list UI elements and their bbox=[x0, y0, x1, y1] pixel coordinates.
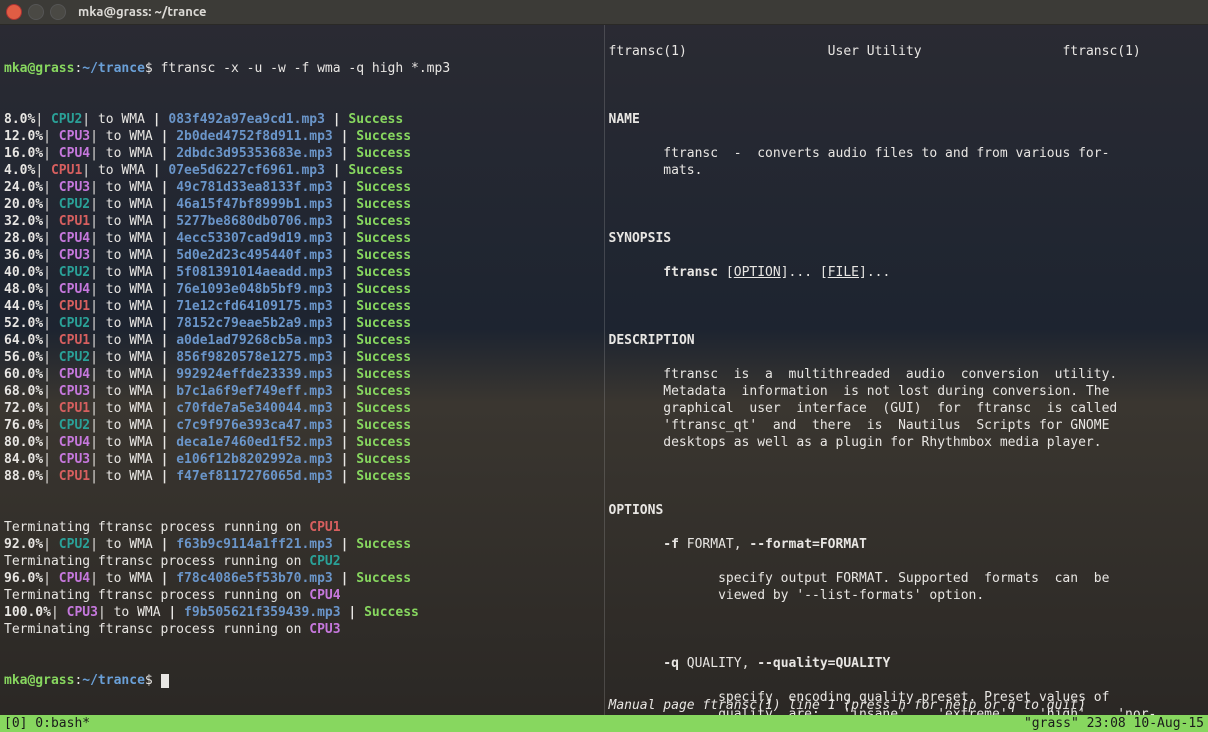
statusbar-left: [0] 0:bash* bbox=[4, 715, 90, 732]
man-opt-f: -f FORMAT, --format=FORMAT bbox=[609, 536, 1205, 553]
terminal-left-pane[interactable]: mka@grass:~/trance$ ftransc -x -u -w -f … bbox=[0, 25, 605, 715]
window-title: mka@grass: ~/trance bbox=[78, 4, 206, 21]
man-header: ftransc(1) User Utility ftransc(1) bbox=[609, 43, 1205, 60]
statusbar-right: "grass" 23:08 10-Aug-15 bbox=[1024, 715, 1204, 732]
terminate-line: Terminating ftransc process running on C… bbox=[4, 621, 600, 638]
man-desc-body: ftransc is a multithreaded audio convers… bbox=[609, 366, 1205, 451]
progress-row: 8.0%| CPU2| to WMA | 083f492a97ea9cd1.mp… bbox=[4, 111, 600, 128]
close-icon[interactable] bbox=[6, 4, 22, 20]
man-footer: Manual page ftransc(1) line 1 (press h f… bbox=[609, 697, 1086, 714]
progress-row: 28.0%| CPU4| to WMA | 4ecc53307cad9d19.m… bbox=[4, 230, 600, 247]
man-synopsis-header: SYNOPSIS bbox=[609, 230, 1205, 247]
progress-row: 20.0%| CPU2| to WMA | 46a15f47bf8999b1.m… bbox=[4, 196, 600, 213]
progress-row: 52.0%| CPU2| to WMA | 78152c79eae5b2a9.m… bbox=[4, 315, 600, 332]
man-options-header: OPTIONS bbox=[609, 502, 1205, 519]
progress-row: 36.0%| CPU3| to WMA | 5d0e2d23c495440f.m… bbox=[4, 247, 600, 264]
man-desc-header: DESCRIPTION bbox=[609, 332, 1205, 349]
progress-row: 4.0%| CPU1| to WMA | 07ee5d6227cf6961.mp… bbox=[4, 162, 600, 179]
man-name-header: NAME bbox=[609, 111, 1205, 128]
progress-row: 64.0%| CPU1| to WMA | a0de1ad79268cb5a.m… bbox=[4, 332, 600, 349]
progress-row: 44.0%| CPU1| to WMA | 71e12cfd64109175.m… bbox=[4, 298, 600, 315]
terminal-right-pane[interactable]: ftransc(1) User Utility ftransc(1) NAME … bbox=[605, 25, 1208, 715]
prompt-line: mka@grass:~/trance$ ftransc -x -u -w -f … bbox=[4, 60, 600, 77]
progress-row: 48.0%| CPU4| to WMA | 76e1093e048b5bf9.m… bbox=[4, 281, 600, 298]
titlebar: mka@grass: ~/trance bbox=[0, 0, 1208, 25]
terminate-line: Terminating ftransc process running on C… bbox=[4, 587, 600, 604]
maximize-icon[interactable] bbox=[50, 4, 66, 20]
progress-row: 60.0%| CPU4| to WMA | 992924effde23339.m… bbox=[4, 366, 600, 383]
progress-row: 40.0%| CPU2| to WMA | 5f081391014aeadd.m… bbox=[4, 264, 600, 281]
man-synopsis-body: ftransc [OPTION]... [FILE]... bbox=[609, 264, 1205, 281]
progress-row: 68.0%| CPU3| to WMA | b7c1a6f9ef749eff.m… bbox=[4, 383, 600, 400]
progress-row: 12.0%| CPU3| to WMA | 2b0ded4752f8d911.m… bbox=[4, 128, 600, 145]
man-opt-f-body: specify output FORMAT. Supported formats… bbox=[609, 570, 1205, 604]
progress-row: 92.0%| CPU2| to WMA | f63b9c9114a1ff21.m… bbox=[4, 536, 600, 553]
progress-row: 32.0%| CPU1| to WMA | 5277be8680db0706.m… bbox=[4, 213, 600, 230]
progress-row: 96.0%| CPU4| to WMA | f78c4086e5f53b70.m… bbox=[4, 570, 600, 587]
prompt-idle: mka@grass:~/trance$ bbox=[4, 672, 600, 689]
progress-row: 76.0%| CPU2| to WMA | c7c9f976e393ca47.m… bbox=[4, 417, 600, 434]
terminate-line: Terminating ftransc process running on C… bbox=[4, 553, 600, 570]
progress-row: 56.0%| CPU2| to WMA | 856f9820578e1275.m… bbox=[4, 349, 600, 366]
progress-row: 24.0%| CPU3| to WMA | 49c781d33ea8133f.m… bbox=[4, 179, 600, 196]
cursor-icon bbox=[161, 674, 169, 688]
man-name-body: ftransc - converts audio files to and fr… bbox=[609, 145, 1205, 179]
terminate-line: Terminating ftransc process running on C… bbox=[4, 519, 600, 536]
progress-row: 88.0%| CPU1| to WMA | f47ef8117276065d.m… bbox=[4, 468, 600, 485]
progress-row: 100.0%| CPU3| to WMA | f9b505621f359439.… bbox=[4, 604, 600, 621]
minimize-icon[interactable] bbox=[28, 4, 44, 20]
progress-row: 80.0%| CPU4| to WMA | deca1e7460ed1f52.m… bbox=[4, 434, 600, 451]
progress-row: 84.0%| CPU3| to WMA | e106f12b8202992a.m… bbox=[4, 451, 600, 468]
man-opt-q: -q QUALITY, --quality=QUALITY bbox=[609, 655, 1205, 672]
tmux-statusbar: [0] 0:bash* "grass" 23:08 10-Aug-15 bbox=[0, 715, 1208, 732]
progress-row: 16.0%| CPU4| to WMA | 2dbdc3d95353683e.m… bbox=[4, 145, 600, 162]
progress-row: 72.0%| CPU1| to WMA | c70fde7a5e340044.m… bbox=[4, 400, 600, 417]
